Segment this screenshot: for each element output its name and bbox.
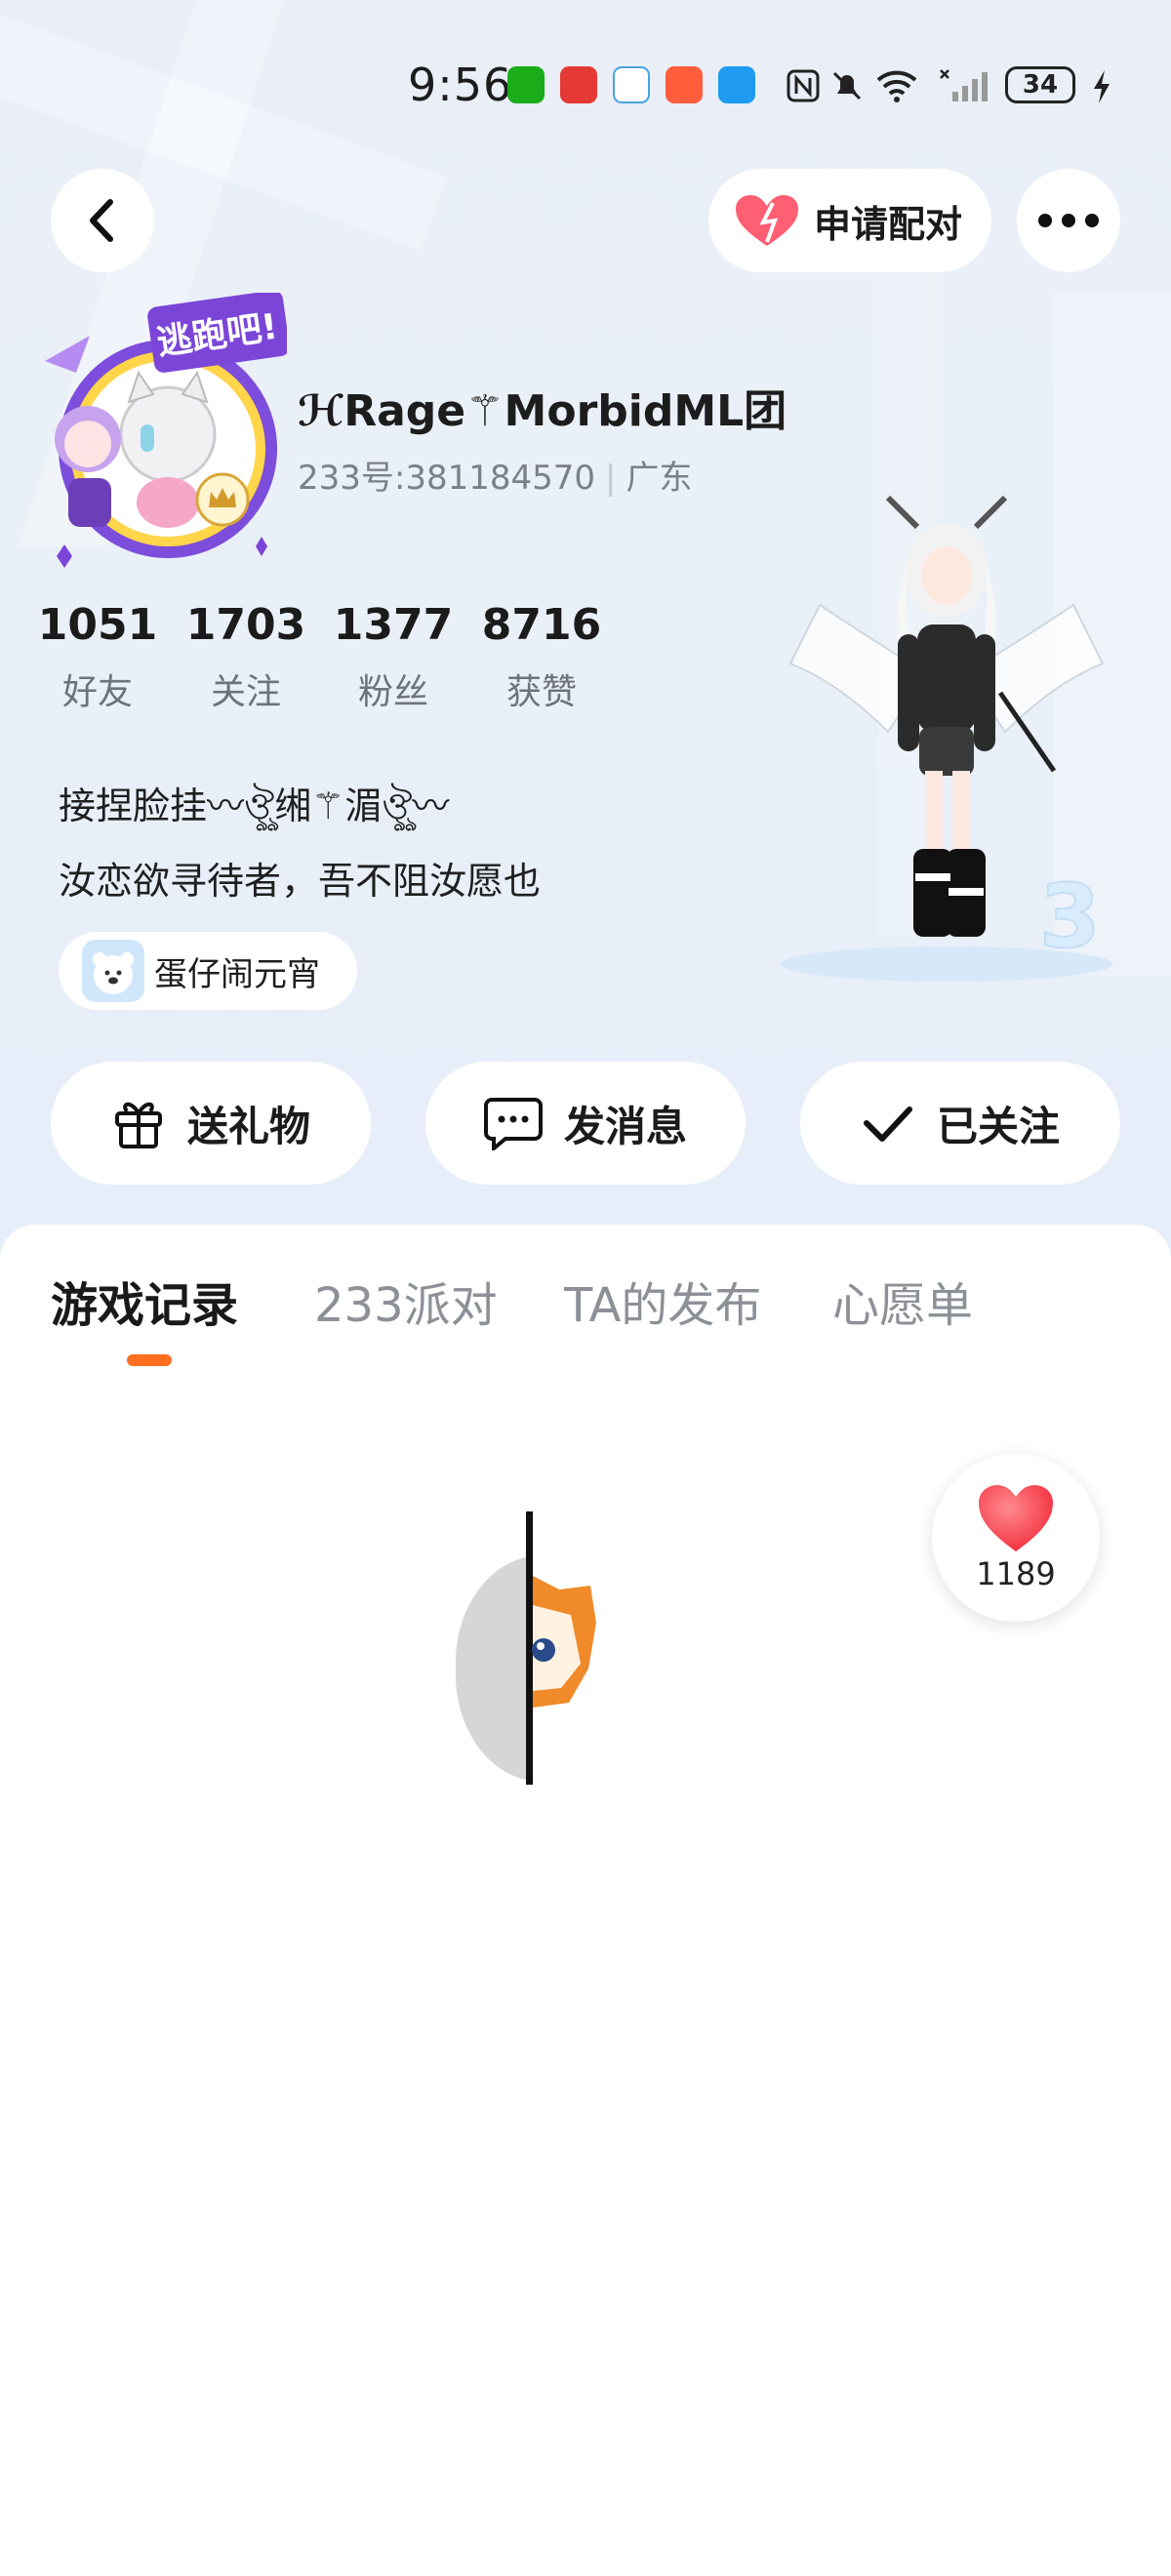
send-message-button[interactable]: 发消息 bbox=[425, 1062, 746, 1185]
stat-value: 8716 bbox=[481, 600, 602, 650]
search-app-icon bbox=[718, 66, 755, 103]
mute-icon bbox=[832, 71, 862, 101]
tab-posts[interactable]: TA的发布 bbox=[564, 1267, 761, 1335]
character-avatar[interactable]: 3 bbox=[761, 478, 1132, 986]
request-match-button[interactable]: 申请配对 bbox=[708, 169, 991, 272]
heart-icon bbox=[979, 1485, 1053, 1551]
gift-icon bbox=[114, 1102, 162, 1148]
heart-icon bbox=[736, 195, 798, 246]
loading-mascot bbox=[444, 1508, 600, 1786]
stat-fans[interactable]: 1377 粉丝 bbox=[320, 600, 466, 714]
tab-233-party[interactable]: 233派对 bbox=[314, 1267, 498, 1335]
game-tag-label: 蛋仔闹元宵 bbox=[154, 954, 320, 994]
stat-value: 1377 bbox=[333, 600, 454, 650]
back-button[interactable] bbox=[51, 169, 154, 272]
charging-icon bbox=[1094, 70, 1110, 103]
tab-active-indicator bbox=[127, 1354, 172, 1366]
stat-label: 好友 bbox=[61, 672, 133, 712]
content-panel bbox=[0, 1225, 1171, 2576]
more-dots-icon bbox=[1038, 214, 1099, 227]
status-time: 9:56 bbox=[408, 59, 513, 111]
user-id[interactable]: 233号:381184570 bbox=[298, 459, 595, 498]
stat-likes[interactable]: 8716 获赞 bbox=[468, 600, 615, 714]
game-tag[interactable]: 蛋仔闹元宵 bbox=[59, 932, 357, 1010]
following-label: 已关注 bbox=[936, 1102, 1060, 1150]
stat-value: 1051 bbox=[37, 600, 158, 650]
like-button[interactable]: 1189 bbox=[932, 1454, 1100, 1622]
following-button[interactable]: 已关注 bbox=[800, 1062, 1120, 1185]
nfc-icon bbox=[787, 69, 820, 102]
app-orange-icon bbox=[666, 66, 703, 103]
message-icon bbox=[483, 1098, 543, 1150]
signal-icon bbox=[940, 69, 988, 101]
user-region: 广东 bbox=[626, 459, 693, 498]
stat-label: 关注 bbox=[210, 672, 281, 712]
wifi-icon bbox=[876, 70, 917, 102]
bio-line-2: 汝恋欲寻待者，吾不阻汝愿也 bbox=[59, 860, 542, 903]
wechat-icon bbox=[507, 66, 545, 103]
battery-icon: 34 bbox=[1005, 66, 1075, 103]
bio-line-1: 接捏脸挂〰ঔৣ缃⚚湄ঔৣ〰 bbox=[59, 785, 450, 827]
tab-game-records[interactable]: 游戏记录 bbox=[51, 1267, 238, 1335]
stat-following[interactable]: 1703 关注 bbox=[173, 600, 319, 714]
status-bar: 9:56 34 bbox=[0, 39, 1171, 137]
app-red-icon bbox=[560, 66, 597, 103]
username: ℋRage⚚MorbidML团 bbox=[298, 386, 787, 436]
more-button[interactable] bbox=[1017, 169, 1120, 272]
stat-label: 粉丝 bbox=[357, 672, 428, 712]
back-arrow-icon bbox=[90, 199, 113, 242]
user-id-line: 233号:381184570 | 广东 bbox=[298, 451, 693, 499]
polar-bear-icon bbox=[82, 940, 144, 1002]
send-message-label: 发消息 bbox=[563, 1102, 687, 1150]
tab-wishlist[interactable]: 心愿单 bbox=[832, 1267, 973, 1335]
send-gift-button[interactable]: 送礼物 bbox=[51, 1062, 371, 1185]
stat-friends[interactable]: 1051 好友 bbox=[24, 600, 171, 714]
stat-value: 1703 bbox=[185, 600, 306, 650]
avatar[interactable]: 逃跑吧! bbox=[31, 290, 290, 576]
check-icon bbox=[863, 1107, 912, 1142]
request-match-label: 申请配对 bbox=[814, 202, 963, 246]
browser-icon bbox=[613, 66, 650, 103]
like-count: 1189 bbox=[976, 1555, 1056, 1592]
stat-label: 获赞 bbox=[505, 672, 577, 712]
svg-text:3: 3 bbox=[1039, 865, 1101, 966]
send-gift-label: 送礼物 bbox=[186, 1102, 310, 1150]
233-logo-decoration: 3 bbox=[1039, 865, 1102, 966]
id-divider: | bbox=[605, 459, 617, 498]
